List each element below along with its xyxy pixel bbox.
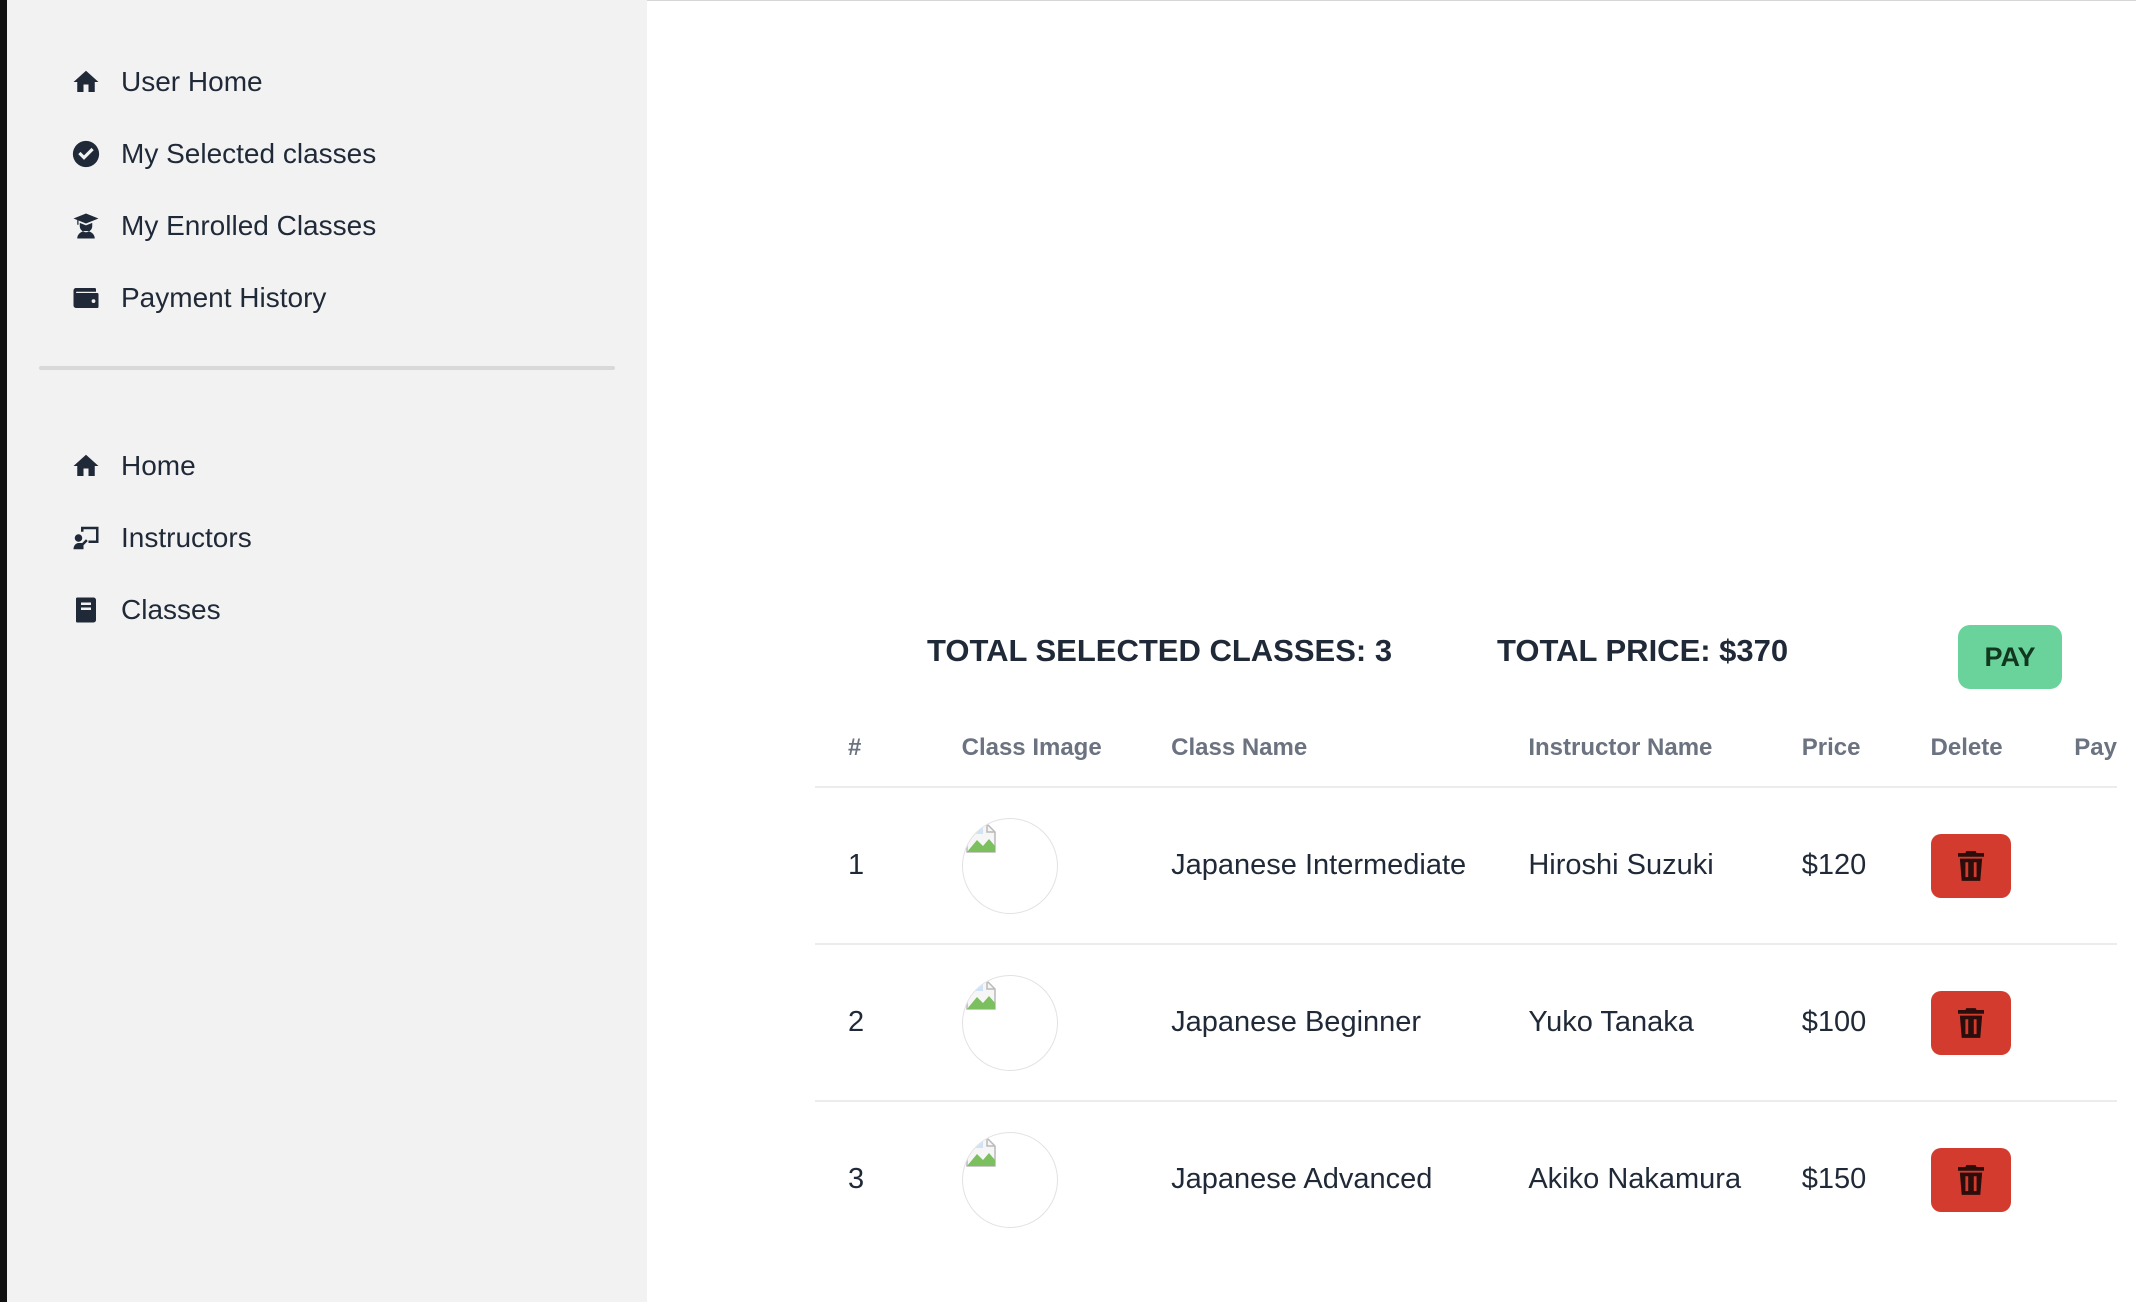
- broken-image-icon: [965, 822, 996, 853]
- total-selected-classes: TOTAL SELECTED CLASSES: 3: [927, 633, 1393, 668]
- trash-icon: [1957, 850, 1984, 881]
- trash-icon: [1957, 1164, 1984, 1195]
- home-icon: [71, 67, 101, 97]
- content-top-border: [647, 0, 2136, 1]
- column-header-class-image: Class Image: [961, 710, 1172, 788]
- row-number: 3: [848, 1163, 865, 1195]
- pay-button[interactable]: PAY: [1958, 625, 2062, 689]
- sidebar-item-label: My Enrolled Classes: [121, 210, 377, 241]
- table-row: 2 Japanese Beginner Yuko Tanaka $100: [815, 944, 2117, 1102]
- pay-cell: [2074, 944, 2117, 1102]
- sidebar-item-user-home[interactable]: User Home: [71, 46, 376, 118]
- selection-summary: TOTAL SELECTED CLASSES: 3 TOTAL PRICE: $…: [927, 625, 2136, 695]
- total-price: TOTAL PRICE: $370: [1497, 633, 1789, 668]
- delete-button[interactable]: [1930, 990, 2011, 1055]
- class-price: $100: [1801, 944, 1931, 1102]
- table-row: 1 Japanese Intermediate Hiroshi Suzuki $…: [815, 787, 2117, 945]
- instructor-name: Akiko Nakamura: [1528, 1163, 1742, 1195]
- sidebar-item-label: My Selected classes: [121, 138, 377, 169]
- sidebar-divider: [39, 366, 615, 370]
- sidebar-item-label: User Home: [121, 66, 263, 97]
- class-price: $120: [1801, 787, 1931, 945]
- row-number: 1: [815, 787, 962, 945]
- sidebar-item-instructors[interactable]: Instructors: [71, 502, 252, 574]
- selected-classes-table: # Class Image Class Name Instructor Name…: [815, 710, 2117, 1257]
- sidebar-item-my-enrolled-classes[interactable]: My Enrolled Classes: [71, 190, 376, 262]
- instructor-name: Hiroshi Suzuki: [1528, 787, 1802, 945]
- column-header-price: Price: [1801, 710, 1931, 788]
- broken-image-icon: [965, 979, 996, 1010]
- column-header-delete: Delete: [1930, 710, 2075, 788]
- sidebar-item-payment-history[interactable]: Payment History: [71, 262, 376, 334]
- column-header-pay: Pay: [2074, 710, 2117, 788]
- window-edge: [0, 0, 7, 1302]
- sidebar-item-my-selected-classes[interactable]: My Selected classes: [71, 118, 376, 190]
- sidebar-item-label: Home: [121, 450, 196, 481]
- dashboard-nav: User Home My Selected classes My Enrolle…: [71, 46, 376, 334]
- row-number: 2: [815, 944, 962, 1102]
- class-image: [961, 1131, 1058, 1228]
- sidebar-item-label: Payment History: [121, 282, 327, 313]
- table-row: 3 Japanese Advanced Akiko Nakamura $150: [815, 1101, 2117, 1257]
- check-circle-icon: [71, 139, 101, 169]
- sidebar-item-home[interactable]: Home: [71, 430, 252, 502]
- instructor-name: Yuko Tanaka: [1528, 944, 1802, 1102]
- delete-button[interactable]: [1930, 833, 2011, 898]
- site-nav: Home Instructors Classes: [71, 430, 252, 646]
- chalkboard-teacher-icon: [71, 523, 101, 553]
- graduate-icon: [71, 211, 101, 241]
- broken-image-icon: [965, 1136, 996, 1167]
- home-icon: [71, 451, 101, 481]
- delete-button[interactable]: [1930, 1147, 2011, 1212]
- pay-cell: [2074, 787, 2117, 945]
- wallet-icon: [71, 283, 101, 313]
- book-icon: [71, 595, 101, 625]
- pay-cell: [2074, 1101, 2117, 1257]
- class-image: [961, 974, 1058, 1071]
- trash-icon: [1957, 1007, 1984, 1038]
- sidebar-item-label: Classes: [121, 594, 221, 625]
- class-image: [961, 817, 1058, 914]
- column-header-instructor-name: Instructor Name: [1528, 710, 1802, 788]
- sidebar: User Home My Selected classes My Enrolle…: [7, 0, 647, 1302]
- class-name: Japanese Beginner: [1171, 944, 1529, 1102]
- column-header-number: #: [815, 710, 962, 788]
- column-header-class-name: Class Name: [1171, 710, 1529, 788]
- class-price: $150: [1801, 1163, 1867, 1195]
- table-header-row: # Class Image Class Name Instructor Name…: [815, 710, 2117, 788]
- class-name: Japanese Intermediate: [1171, 787, 1529, 945]
- class-name: Japanese Advanced: [1171, 1163, 1433, 1195]
- sidebar-item-label: Instructors: [121, 522, 252, 553]
- sidebar-item-classes[interactable]: Classes: [71, 574, 252, 646]
